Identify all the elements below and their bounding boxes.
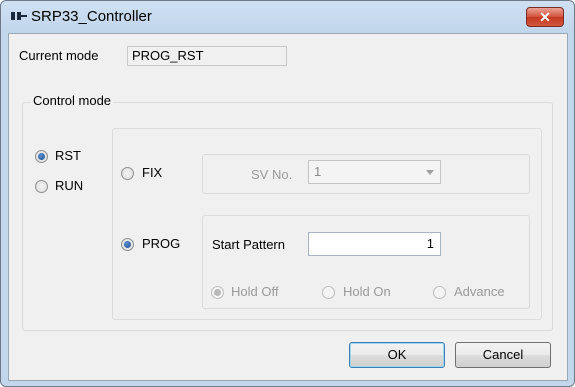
- run-radio[interactable]: [35, 180, 48, 193]
- window-title: SRP33_Controller: [31, 8, 152, 25]
- control-mode-title: Control mode: [31, 93, 114, 108]
- prog-label[interactable]: PROG: [142, 236, 180, 251]
- start-pattern-input[interactable]: 1: [308, 232, 441, 256]
- sv-no-value: 1: [314, 164, 322, 179]
- current-mode-label: Current mode: [19, 48, 99, 63]
- app-icon: [11, 12, 27, 20]
- start-pattern-label: Start Pattern: [212, 237, 285, 252]
- dialog-window: SRP33_Controller ✕ Current mode PROG_RST…: [0, 0, 575, 387]
- hold-off-label[interactable]: Hold Off: [231, 284, 278, 299]
- rst-radio[interactable]: [35, 150, 48, 163]
- current-mode-value: PROG_RST: [127, 46, 287, 66]
- close-icon: ✕: [539, 9, 551, 25]
- client-area: Current mode PROG_RST Control mode RST R…: [8, 33, 568, 381]
- ok-button[interactable]: OK: [349, 342, 445, 368]
- fix-label[interactable]: FIX: [142, 165, 162, 180]
- advance-radio[interactable]: [433, 286, 446, 299]
- run-label[interactable]: RUN: [55, 178, 83, 193]
- prog-radio[interactable]: [121, 238, 134, 251]
- hold-on-label[interactable]: Hold On: [343, 284, 391, 299]
- sv-no-select[interactable]: 1: [308, 160, 441, 184]
- rst-label[interactable]: RST: [55, 148, 81, 163]
- title-bar[interactable]: SRP33_Controller: [1, 1, 574, 33]
- close-button[interactable]: ✕: [526, 7, 564, 27]
- chevron-down-icon: [426, 170, 434, 175]
- fix-radio[interactable]: [121, 167, 134, 180]
- hold-off-radio[interactable]: [211, 286, 224, 299]
- hold-on-radio[interactable]: [322, 286, 335, 299]
- advance-label[interactable]: Advance: [454, 284, 505, 299]
- cancel-button[interactable]: Cancel: [455, 342, 551, 368]
- sv-no-label: SV No.: [251, 167, 293, 182]
